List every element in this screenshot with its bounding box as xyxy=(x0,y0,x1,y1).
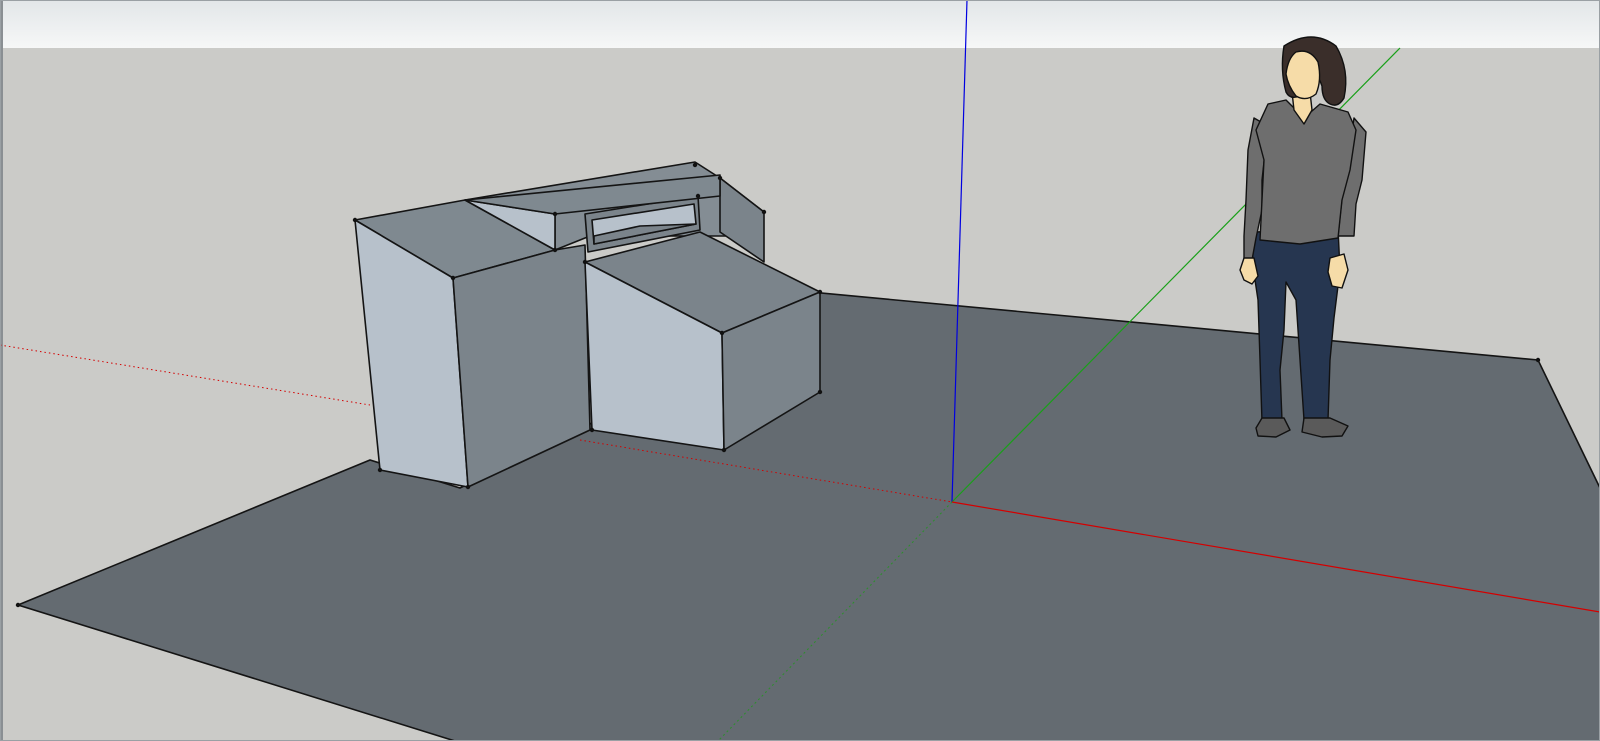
3d-viewport[interactable] xyxy=(0,0,1600,741)
sky-band xyxy=(0,0,1600,48)
sketchup-window xyxy=(0,0,1600,741)
